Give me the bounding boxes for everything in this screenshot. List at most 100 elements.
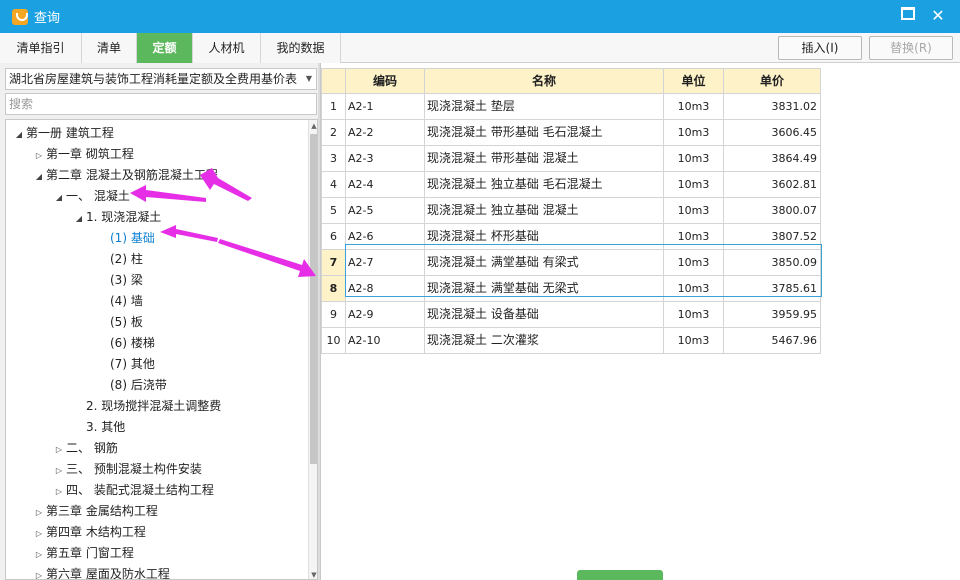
- collapsed-arrow-icon[interactable]: ▷: [32, 565, 46, 579]
- library-select[interactable]: 湖北省房屋建筑与装饰工程消耗量定额及全费用基价表 ▼: [5, 68, 317, 90]
- collapsed-arrow-icon[interactable]: ▷: [52, 481, 66, 502]
- quota-name[interactable]: 现浇混凝土 满堂基础 无梁式: [425, 276, 664, 302]
- quota-unit[interactable]: 10m3: [664, 198, 724, 224]
- quota-name[interactable]: 现浇混凝土 二次灌浆: [425, 328, 664, 354]
- quota-price[interactable]: 5467.96: [724, 328, 821, 354]
- quota-code[interactable]: A2-9: [346, 302, 425, 328]
- quota-code[interactable]: A2-7: [346, 250, 425, 276]
- tree-scrollbar[interactable]: ▲ ▼: [308, 120, 317, 579]
- quota-price[interactable]: 3602.81: [724, 172, 821, 198]
- quota-name[interactable]: 现浇混凝土 杯形基础: [425, 224, 664, 250]
- quota-code[interactable]: A2-5: [346, 198, 425, 224]
- quota-unit[interactable]: 10m3: [664, 250, 724, 276]
- quota-code[interactable]: A2-3: [346, 146, 425, 172]
- quota-name[interactable]: 现浇混凝土 独立基础 混凝土: [425, 198, 664, 224]
- row-number[interactable]: 1: [321, 94, 346, 120]
- expanded-arrow-icon[interactable]: ◢: [12, 124, 26, 145]
- tree-item[interactable]: (2) 柱: [110, 249, 143, 270]
- tree-item[interactable]: ◢ 一、 混凝土: [52, 186, 130, 207]
- quota-unit[interactable]: 10m3: [664, 94, 724, 120]
- quota-code[interactable]: A2-6: [346, 224, 425, 250]
- quota-unit[interactable]: 10m3: [664, 328, 724, 354]
- quota-unit[interactable]: 10m3: [664, 276, 724, 302]
- tree-item[interactable]: ▷ 二、 钢筋: [52, 438, 118, 459]
- row-number[interactable]: 10: [321, 328, 346, 354]
- quota-code[interactable]: A2-10: [346, 328, 425, 354]
- quota-code[interactable]: A2-1: [346, 94, 425, 120]
- row-number[interactable]: 2: [321, 120, 346, 146]
- tab-quota[interactable]: 定额: [137, 33, 193, 63]
- collapsed-arrow-icon[interactable]: ▷: [52, 460, 66, 481]
- scroll-down-icon[interactable]: ▼: [309, 569, 317, 579]
- quota-code[interactable]: A2-2: [346, 120, 425, 146]
- replace-button[interactable]: 替换(R): [869, 36, 953, 60]
- quota-price[interactable]: 3785.61: [724, 276, 821, 302]
- quota-unit[interactable]: 10m3: [664, 146, 724, 172]
- grid-header-code[interactable]: 编码: [346, 68, 425, 94]
- scroll-thumb[interactable]: [310, 134, 317, 464]
- collapse-handle[interactable]: [577, 570, 663, 580]
- grid-header-name[interactable]: 名称: [425, 68, 664, 94]
- tree-item[interactable]: ▷ 第三章 金属结构工程: [32, 501, 158, 522]
- tree-item[interactable]: (1) 基础: [110, 228, 155, 249]
- quota-name[interactable]: 现浇混凝土 垫层: [425, 94, 664, 120]
- quota-price[interactable]: 3850.09: [724, 250, 821, 276]
- row-number[interactable]: 3: [321, 146, 346, 172]
- expanded-arrow-icon[interactable]: ◢: [52, 187, 66, 208]
- tab-bill-guide[interactable]: 清单指引: [0, 33, 82, 63]
- quota-price[interactable]: 3606.45: [724, 120, 821, 146]
- quota-price[interactable]: 3831.02: [724, 94, 821, 120]
- collapsed-arrow-icon[interactable]: ▷: [52, 439, 66, 460]
- tree-item[interactable]: 3. 其他: [86, 417, 125, 438]
- tree-item[interactable]: ▷ 第一章 砌筑工程: [32, 144, 134, 165]
- tree-item[interactable]: ▷ 四、 装配式混凝土结构工程: [52, 480, 214, 501]
- tab-my-data[interactable]: 我的数据: [261, 33, 341, 63]
- collapsed-arrow-icon[interactable]: ▷: [32, 523, 46, 544]
- quota-unit[interactable]: 10m3: [664, 172, 724, 198]
- tree-item[interactable]: (3) 梁: [110, 270, 143, 291]
- quota-name[interactable]: 现浇混凝土 设备基础: [425, 302, 664, 328]
- quota-unit[interactable]: 10m3: [664, 120, 724, 146]
- collapsed-arrow-icon[interactable]: ▷: [32, 145, 46, 166]
- tab-labor-material-machine[interactable]: 人材机: [193, 33, 261, 63]
- close-icon[interactable]: ✕: [928, 6, 948, 26]
- quota-unit[interactable]: 10m3: [664, 302, 724, 328]
- grid-header-rownum[interactable]: [321, 68, 346, 94]
- tree-item[interactable]: (7) 其他: [110, 354, 155, 375]
- maximize-icon[interactable]: [898, 6, 918, 26]
- quota-price[interactable]: 3864.49: [724, 146, 821, 172]
- tree-item[interactable]: (4) 墙: [110, 291, 143, 312]
- grid-header-price[interactable]: 单价: [724, 68, 821, 94]
- expanded-arrow-icon[interactable]: ◢: [72, 208, 86, 229]
- tree-item[interactable]: ▷ 第六章 屋面及防水工程: [32, 564, 170, 579]
- tree-item[interactable]: (5) 板: [110, 312, 143, 333]
- row-number[interactable]: 7: [321, 250, 346, 276]
- insert-button[interactable]: 插入(I): [778, 36, 862, 60]
- quota-price[interactable]: 3800.07: [724, 198, 821, 224]
- quota-code[interactable]: A2-4: [346, 172, 425, 198]
- row-number[interactable]: 9: [321, 302, 346, 328]
- quota-price[interactable]: 3959.95: [724, 302, 821, 328]
- tree-item[interactable]: ◢ 第一册 建筑工程: [12, 123, 114, 144]
- quota-name[interactable]: 现浇混凝土 独立基础 毛石混凝土: [425, 172, 664, 198]
- grid-header-unit[interactable]: 单位: [664, 68, 724, 94]
- quota-name[interactable]: 现浇混凝土 满堂基础 有梁式: [425, 250, 664, 276]
- quota-name[interactable]: 现浇混凝土 带形基础 混凝土: [425, 146, 664, 172]
- chevron-down-icon[interactable]: ▼: [306, 69, 312, 89]
- collapsed-arrow-icon[interactable]: ▷: [32, 502, 46, 523]
- tree-item[interactable]: ◢ 1. 现浇混凝土: [72, 207, 161, 228]
- tree-item[interactable]: ▷ 三、 预制混凝土构件安装: [52, 459, 202, 480]
- row-number[interactable]: 6: [321, 224, 346, 250]
- tree-item[interactable]: ◢ 第二章 混凝土及钢筋混凝土工程: [32, 165, 218, 186]
- quota-price[interactable]: 3807.52: [724, 224, 821, 250]
- tree-item[interactable]: (6) 楼梯: [110, 333, 155, 354]
- tab-bill[interactable]: 清单: [82, 33, 137, 63]
- quota-code[interactable]: A2-8: [346, 276, 425, 302]
- tree-item[interactable]: 2. 现场搅拌混凝土调整费: [86, 396, 221, 417]
- expanded-arrow-icon[interactable]: ◢: [32, 166, 46, 187]
- quota-name[interactable]: 现浇混凝土 带形基础 毛石混凝土: [425, 120, 664, 146]
- quota-unit[interactable]: 10m3: [664, 224, 724, 250]
- scroll-up-icon[interactable]: ▲: [309, 120, 317, 132]
- search-input[interactable]: [5, 93, 317, 115]
- row-number[interactable]: 4: [321, 172, 346, 198]
